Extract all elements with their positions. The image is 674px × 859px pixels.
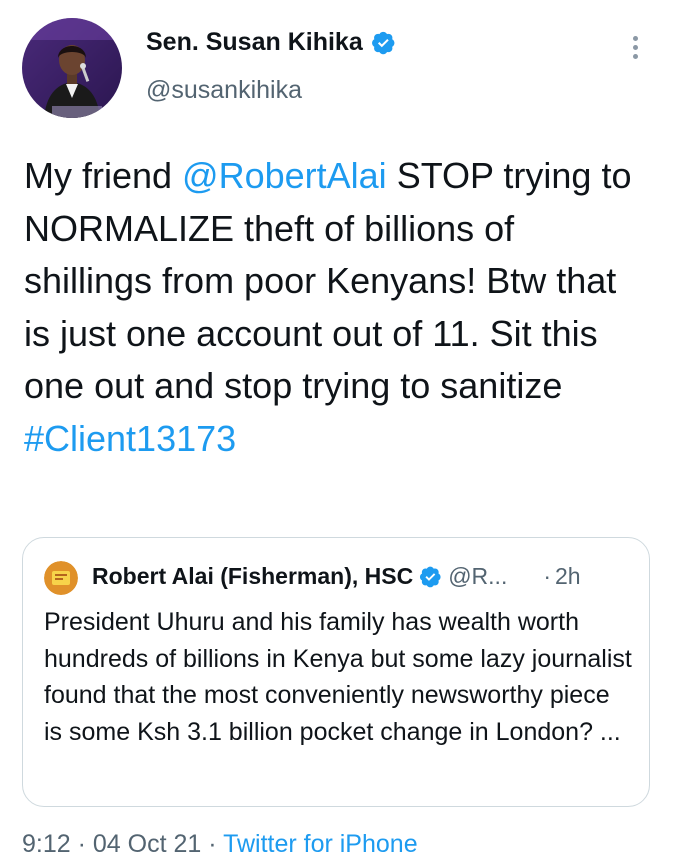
tweet-meta: 9:12 · 04 Oct 21 · Twitter for iPhone bbox=[22, 830, 418, 859]
tweet-text-intro: My friend bbox=[24, 155, 183, 196]
quoted-tweet-card[interactable]: Robert Alai (Fisherman), HSC @R... · 2h … bbox=[22, 537, 650, 807]
quoted-tweet-time[interactable]: 2h bbox=[555, 563, 581, 590]
tweet-mention-link[interactable]: @RobertAlai bbox=[182, 155, 387, 196]
quoted-author-name[interactable]: Robert Alai (Fisherman), HSC bbox=[92, 563, 413, 590]
tweet-hashtag-link[interactable]: #Client13173 bbox=[24, 418, 236, 459]
author-handle[interactable]: @susankihika bbox=[146, 76, 302, 105]
user-avatar-icon bbox=[22, 18, 122, 118]
quoted-user-avatar-icon bbox=[44, 561, 78, 595]
quoted-tweet-header: Robert Alai (Fisherman), HSC @R... · 2h bbox=[92, 563, 581, 590]
author-avatar[interactable] bbox=[22, 18, 122, 118]
tweet-text: My friend @RobertAlai STOP trying to NOR… bbox=[24, 150, 649, 465]
more-options-icon[interactable] bbox=[620, 30, 650, 64]
author-name[interactable]: Sen. Susan Kihika bbox=[146, 28, 396, 57]
verified-badge-icon bbox=[371, 31, 395, 55]
quoted-tweet-text: President Uhuru and his family has wealt… bbox=[44, 608, 632, 746]
quoted-time-separator: · bbox=[543, 563, 552, 589]
quoted-author-avatar bbox=[44, 561, 78, 595]
author-name-text[interactable]: Sen. Susan Kihika bbox=[146, 28, 363, 57]
quoted-verified-badge-icon bbox=[420, 566, 441, 588]
quoted-author-handle[interactable]: @R... bbox=[448, 563, 507, 590]
